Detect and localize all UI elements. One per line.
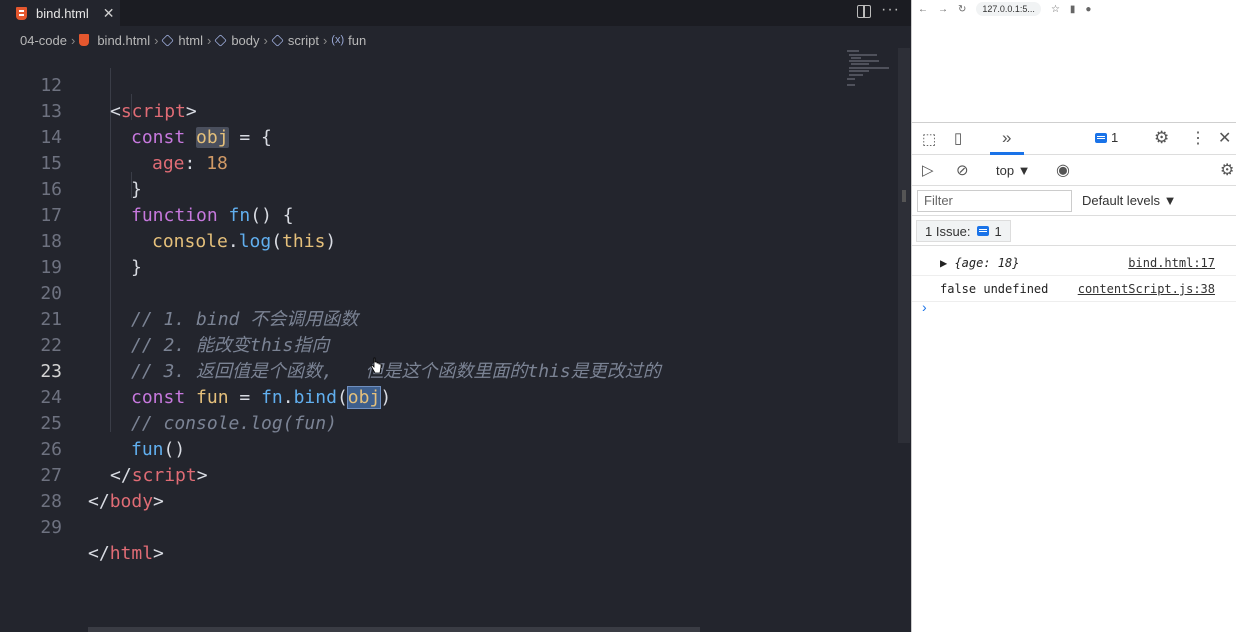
breadcrumb-folder[interactable]: 04-code xyxy=(20,33,67,48)
tab-bind-html[interactable]: bind.html ✕ xyxy=(0,0,120,26)
close-icon[interactable]: ✕ xyxy=(1218,128,1231,148)
element-icon xyxy=(214,33,228,47)
chevron-right-icon: › xyxy=(70,32,76,48)
kebab-menu-icon[interactable]: ⋮ xyxy=(1190,128,1206,148)
source-link[interactable]: bind.html:17 xyxy=(1128,250,1215,276)
log-levels-dropdown[interactable]: Default levels ▼ xyxy=(1082,193,1177,208)
minimap[interactable] xyxy=(845,48,900,93)
console-message[interactable]: ▶ {age: 18} bind.html:17 xyxy=(912,250,1236,276)
back-icon[interactable]: ← xyxy=(918,4,928,15)
code-editor: bind.html ✕ ··· 04-code › bind.html › ht… xyxy=(0,0,911,632)
inspect-element-icon[interactable]: ⬚ xyxy=(922,130,936,148)
code-line: 19 xyxy=(0,229,840,278)
breadcrumb-file[interactable]: bind.html xyxy=(97,33,150,48)
code-line: 21 // 2. 能改变this指向 xyxy=(0,281,840,356)
chevron-right-icon: › xyxy=(263,32,268,48)
more-tabs-icon[interactable]: » xyxy=(1002,128,1011,148)
issues-button[interactable]: 1 Issue: 1 xyxy=(916,220,1011,242)
console-prompt[interactable]: › xyxy=(922,299,927,315)
code-line: 13 const obj = { xyxy=(0,73,840,148)
element-icon xyxy=(271,33,284,47)
gear-icon[interactable]: ⚙ xyxy=(1154,128,1169,148)
issues-row: 1 Issue: 1 xyxy=(912,216,1236,246)
horizontal-scrollbar[interactable] xyxy=(88,627,700,632)
code-line: 17 console.log(this) xyxy=(0,177,840,252)
more-actions-icon[interactable]: ··· xyxy=(881,1,900,19)
code-line: 22 // 3. 返回值是个函数, 但是这个函数里面的this是更改过的 xyxy=(0,307,840,382)
code-line: 14 age: 18 xyxy=(0,99,840,174)
chevron-right-icon: › xyxy=(206,32,212,48)
code-text: </html> xyxy=(88,543,164,564)
chevron-right-icon: › xyxy=(154,32,159,48)
split-editor-icon[interactable] xyxy=(857,5,871,18)
device-toolbar-icon[interactable]: ▯ xyxy=(954,129,962,147)
star-icon[interactable]: ☆ xyxy=(1051,4,1060,15)
issues-counter[interactable]: 1 xyxy=(1095,130,1118,145)
breadcrumb-body[interactable]: body xyxy=(231,33,259,48)
chevron-right-icon: › xyxy=(322,32,328,48)
eye-icon[interactable]: ◉ xyxy=(1056,160,1070,180)
code-line: 29 </html> xyxy=(0,489,840,564)
breadcrumb-script[interactable]: script xyxy=(288,33,319,48)
breadcrumb-fun[interactable]: fun xyxy=(348,33,366,48)
browser-toolbar: ← → ↻ 127.0.0.1:5... ☆ ▮ ● xyxy=(912,0,1236,18)
message-icon xyxy=(976,226,989,236)
gear-icon[interactable]: ⚙ xyxy=(1220,160,1234,180)
reload-icon[interactable]: ↻ xyxy=(958,4,966,15)
devtools-toolbar: ⬚ ▯ » 1 ⚙ ⋮ ✕ xyxy=(912,123,1236,155)
browser-window: ← → ↻ 127.0.0.1:5... ☆ ▮ ● ⬚ ▯ » 1 ⚙ ⋮ ✕… xyxy=(911,0,1236,632)
hand-pointer-icon xyxy=(370,357,382,374)
profile-icon[interactable]: ● xyxy=(1085,4,1091,15)
filter-row: Filter Default levels ▼ xyxy=(912,186,1236,216)
line-number: 29 xyxy=(40,517,62,538)
page-viewport xyxy=(912,18,1236,122)
console-message[interactable]: false undefined contentScript.js:38 xyxy=(912,276,1236,302)
tab-bar: bind.html ✕ ··· xyxy=(0,0,911,26)
tab-label: bind.html xyxy=(36,5,89,21)
variable-icon: (x) xyxy=(331,34,345,46)
breadcrumb-html[interactable]: html xyxy=(178,33,203,48)
element-icon xyxy=(161,33,175,47)
code-line: 16 function fn() { xyxy=(0,151,840,226)
code-line: 20 // 1. bind 不会调用函数 xyxy=(0,255,840,330)
code-line: 15 } xyxy=(0,125,840,200)
code-line: 25 fun() xyxy=(0,385,840,460)
filter-input[interactable]: Filter xyxy=(917,190,1072,212)
forward-icon[interactable]: → xyxy=(938,4,948,15)
code-line: 28 xyxy=(0,463,840,512)
clear-console-icon[interactable]: ⊘ xyxy=(956,161,969,179)
devtools-panel: ⬚ ▯ » 1 ⚙ ⋮ ✕ ▷ ⊘ top ▼ ◉ ⚙ Filter Defau… xyxy=(912,122,1236,632)
sidebar-toggle-icon[interactable]: ▷ xyxy=(922,161,934,179)
code-line: 24 // console.log(fun) xyxy=(0,359,840,434)
scrollbar-thumb[interactable] xyxy=(902,190,906,202)
vertical-scrollbar[interactable] xyxy=(898,48,910,443)
console-toolbar: ▷ ⊘ top ▼ ◉ ⚙ xyxy=(912,155,1236,186)
html5-icon xyxy=(79,34,90,46)
source-link[interactable]: contentScript.js:38 xyxy=(1078,276,1215,302)
html5-icon xyxy=(16,6,27,20)
address-bar[interactable]: 127.0.0.1:5... xyxy=(976,2,1041,16)
message-icon xyxy=(1095,132,1107,143)
extensions-icon[interactable]: ▮ xyxy=(1070,4,1076,15)
code-line: 27 </body> xyxy=(0,437,840,512)
close-icon[interactable]: ✕ xyxy=(103,5,115,22)
code-line: 12 <script> xyxy=(0,47,840,122)
code-line: 26 </script> xyxy=(0,411,840,486)
context-select[interactable]: top ▼ xyxy=(996,163,1031,178)
code-line-current: 23 const fun = fn.bind(obj) xyxy=(0,333,840,409)
code-line: 18 } xyxy=(0,203,840,278)
